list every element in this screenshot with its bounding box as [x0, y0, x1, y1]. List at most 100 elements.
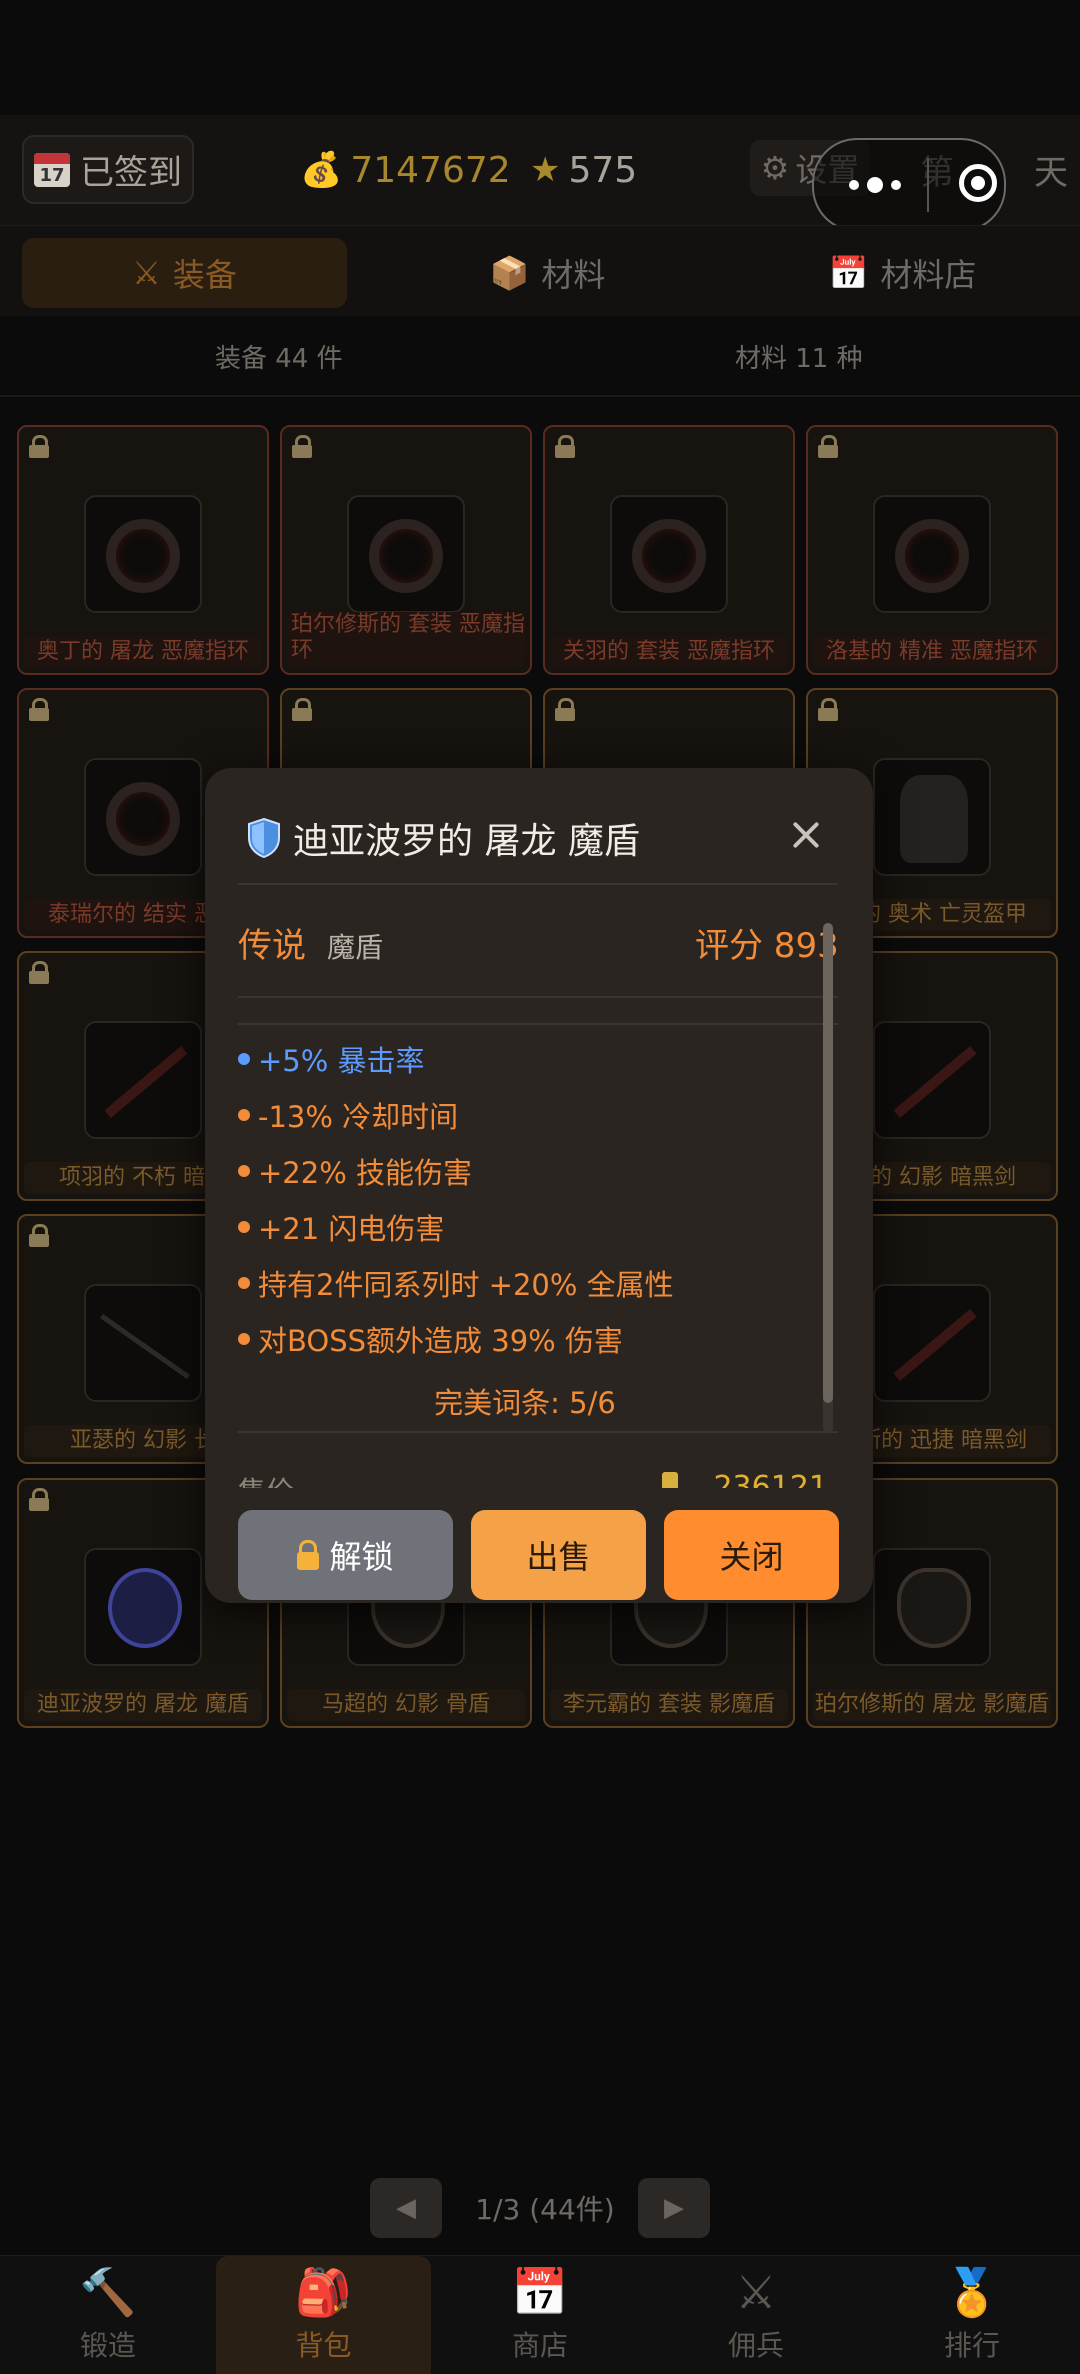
nav-shop[interactable]: 📅 商店	[432, 2256, 648, 2374]
star-amount: 575	[568, 149, 638, 191]
shop-icon: 📅	[511, 2265, 569, 2319]
close-icon[interactable]	[785, 810, 835, 860]
armor-image	[873, 758, 991, 876]
close-label: 关闭	[719, 1538, 784, 1576]
gear-icon: ⚙	[760, 149, 790, 187]
more-menu-icon[interactable]	[840, 170, 910, 200]
lock-icon	[290, 698, 314, 721]
calendar-shop-icon: 📅	[828, 254, 869, 292]
backpack-icon: 🎒	[294, 2265, 353, 2319]
lock-icon	[553, 698, 577, 721]
item-card[interactable]: 奥丁的 屠龙 恶魔指环	[17, 425, 269, 675]
lock-icon	[27, 435, 51, 458]
sword-image	[873, 1021, 991, 1139]
sword-image	[873, 1284, 991, 1402]
scrollbar-thumb[interactable]	[823, 923, 833, 1403]
checkin-button[interactable]: 17 已签到	[22, 135, 194, 204]
coin-balance: 💰 7147672	[300, 140, 511, 200]
item-card[interactable]: 珀尔修斯的 套装 恶魔指环	[280, 425, 532, 675]
calendar-icon: 17	[34, 152, 70, 187]
nav-label: 商店	[511, 2329, 568, 2362]
equipment-count: 装备 44 件	[215, 344, 343, 374]
crossed-swords-icon: ⚔	[132, 254, 161, 292]
sell-price-label: 售价	[238, 1470, 294, 1488]
modal-title: 迪亚波罗的 屠龙 魔盾	[247, 808, 640, 868]
item-name: 珀尔修斯的 屠龙 影魔盾	[813, 1689, 1051, 1721]
tab-material-shop[interactable]: 📅 材料店	[740, 238, 1065, 308]
ring-image	[347, 495, 465, 613]
bottom-navigation: 🔨 锻造 🎒 背包 📅 商店 ⚔ 佣兵 🏅 排行	[0, 2255, 1080, 2374]
hammer-icon: 🔨	[79, 2265, 137, 2319]
page-indicator: 1/3 (44件)	[475, 2193, 615, 2226]
divider	[238, 883, 838, 885]
sell-price-row: 售价 236121	[238, 1456, 828, 1488]
sword-image	[84, 1021, 202, 1139]
sell-button[interactable]: 出售	[471, 1510, 646, 1600]
shield-image	[873, 1548, 991, 1666]
chevron-left-icon: ◀	[396, 2193, 416, 2223]
medal-icon: 🏅	[943, 2265, 1001, 2319]
nav-label: 锻造	[79, 2329, 136, 2362]
coin-amount: 7147672	[350, 149, 511, 191]
swords-icon: ⚔	[735, 2265, 777, 2319]
divider	[238, 1023, 838, 1025]
unlock-label: 解锁	[329, 1538, 394, 1576]
tab-label: 材料	[541, 256, 606, 294]
item-name: 李元霸的 套装 影魔盾	[550, 1689, 788, 1721]
item-name: 奥丁的 屠龙 恶魔指环	[24, 636, 262, 668]
chevron-right-icon: ▶	[664, 2193, 684, 2223]
lock-icon	[290, 435, 314, 458]
material-count: 材料 11 种	[735, 344, 863, 374]
prev-page-button[interactable]: ◀	[370, 2178, 442, 2238]
tab-label: 装备	[172, 256, 237, 294]
ring-image	[873, 495, 991, 613]
checkin-label: 已签到	[80, 153, 182, 193]
tab-equipment[interactable]: ⚔ 装备	[22, 238, 347, 308]
close-button[interactable]: 关闭	[664, 1510, 839, 1600]
capsule-divider	[927, 158, 929, 212]
affix-line: -13% 冷却时间	[238, 1094, 458, 1136]
item-card[interactable]: 洛基的 精准 恶魔指环	[806, 425, 1058, 675]
affix-line: +22% 技能伤害	[238, 1150, 472, 1192]
category-tabs: ⚔ 装备 📦 材料 📅 材料店	[0, 225, 1080, 316]
lock-icon	[27, 1224, 51, 1247]
affix-line: +21 闪电伤害	[238, 1206, 444, 1248]
nav-label: 背包	[295, 2329, 352, 2362]
box-icon: 📦	[489, 254, 530, 292]
money-bag-icon: 💰	[300, 150, 343, 190]
lock-icon	[816, 698, 840, 721]
lock-icon	[27, 698, 51, 721]
tab-label: 材料店	[880, 256, 977, 294]
nav-backpack[interactable]: 🎒 背包	[216, 2256, 431, 2374]
nav-ranking[interactable]: 🏅 排行	[864, 2256, 1080, 2374]
lock-icon	[816, 435, 840, 458]
close-miniprogram-icon[interactable]	[959, 164, 997, 202]
item-name: 迪亚波罗的 屠龙 魔盾	[24, 1689, 262, 1721]
modal-title-text: 迪亚波罗的 屠龙 魔盾	[293, 821, 640, 862]
nav-mercenary[interactable]: ⚔ 佣兵	[648, 2256, 864, 2374]
ring-image	[84, 495, 202, 613]
item-name: 关羽的 套装 恶魔指环	[550, 636, 788, 668]
lock-icon	[27, 1488, 51, 1511]
divider	[0, 395, 1080, 397]
item-score: 评分 893	[695, 926, 839, 966]
affix-line: 持有2件同系列时 +20% 全属性	[238, 1262, 674, 1304]
item-detail-modal: 迪亚波罗的 屠龙 魔盾 传说 魔盾 评分 893 +5% 暴击率 -13% 冷却…	[205, 768, 873, 1603]
item-card[interactable]: 关羽的 套装 恶魔指环	[543, 425, 795, 675]
star-icon: ★	[530, 150, 561, 190]
tab-materials[interactable]: 📦 材料	[385, 238, 710, 308]
item-name: 马超的 幻影 骨盾	[287, 1689, 525, 1721]
miniprogram-capsule	[812, 138, 1006, 232]
item-name: 珀尔修斯的 套装 恶魔指环	[287, 612, 525, 668]
sell-price-value: 236121	[713, 1470, 828, 1488]
divider	[238, 1431, 838, 1433]
nav-label: 佣兵	[727, 2329, 784, 2362]
item-type-label: 魔盾	[327, 931, 384, 964]
next-page-button[interactable]: ▶	[638, 2178, 710, 2238]
spear-image	[84, 1284, 202, 1402]
nav-forge[interactable]: 🔨 锻造	[0, 2256, 216, 2374]
lock-icon	[553, 435, 577, 458]
unlock-button[interactable]: 解锁	[238, 1510, 453, 1600]
blue-shield-image	[84, 1548, 202, 1666]
unlock-icon	[297, 1540, 320, 1570]
